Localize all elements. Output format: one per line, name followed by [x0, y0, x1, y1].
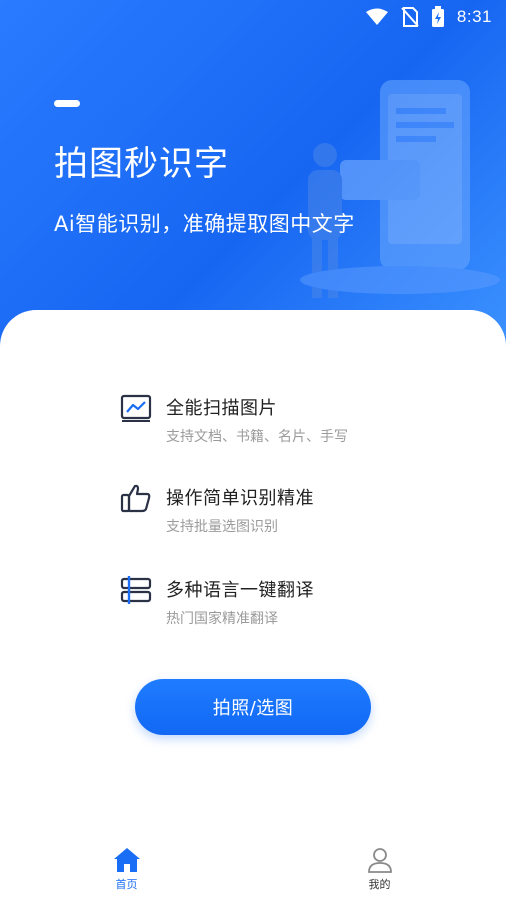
take-photo-button[interactable]: 拍照/选图: [135, 679, 371, 735]
no-sim-icon: [401, 7, 419, 27]
thumbs-up-icon: [120, 484, 151, 513]
status-bar: 8:31: [0, 0, 506, 34]
tab-label: 我的: [368, 878, 391, 891]
tab-home[interactable]: 首页: [67, 846, 187, 892]
user-icon: [367, 848, 392, 873]
feature-title: 多种语言一键翻译: [166, 580, 314, 601]
feature-desc: 支持文档、书籍、名片、手写: [166, 429, 348, 445]
phone-illustration-icon: [300, 80, 500, 298]
translate-icon: [120, 576, 152, 604]
feature-desc: 支持批量选图识别: [166, 519, 278, 535]
tab-mine[interactable]: 我的: [320, 846, 440, 892]
hero-subtitle: Ai智能识别，准确提取图中文字: [54, 212, 355, 236]
feature-item-easy: 操作简单识别精准 支持批量选图识别: [120, 482, 420, 542]
tab-label: 首页: [115, 878, 138, 891]
battery-charging-icon: [431, 6, 445, 28]
image-chart-icon: [120, 394, 152, 422]
feature-item-translate: 多种语言一键翻译 热门国家精准翻译: [120, 574, 420, 634]
title-accent-bar: [54, 100, 80, 107]
home-icon: [113, 848, 140, 872]
feature-title: 全能扫描图片: [166, 398, 277, 419]
hero-banner: 8:31 拍图秒识字 Ai智能识别，准确提取图中文字: [0, 0, 506, 360]
hero-title: 拍图秒识字: [54, 144, 229, 184]
feature-title: 操作简单识别精准: [166, 488, 314, 509]
status-time: 8:31: [456, 7, 492, 26]
tab-bar: 首页 我的: [0, 838, 506, 900]
feature-item-scan: 全能扫描图片 支持文档、书籍、名片、手写: [120, 392, 420, 452]
wifi-icon: [365, 8, 389, 26]
feature-desc: 热门国家精准翻译: [166, 611, 278, 627]
screen: 8:31 拍图秒识字 Ai智能识别，准确提取图中文字 全能扫描图片 支持文档、书…: [0, 0, 506, 900]
